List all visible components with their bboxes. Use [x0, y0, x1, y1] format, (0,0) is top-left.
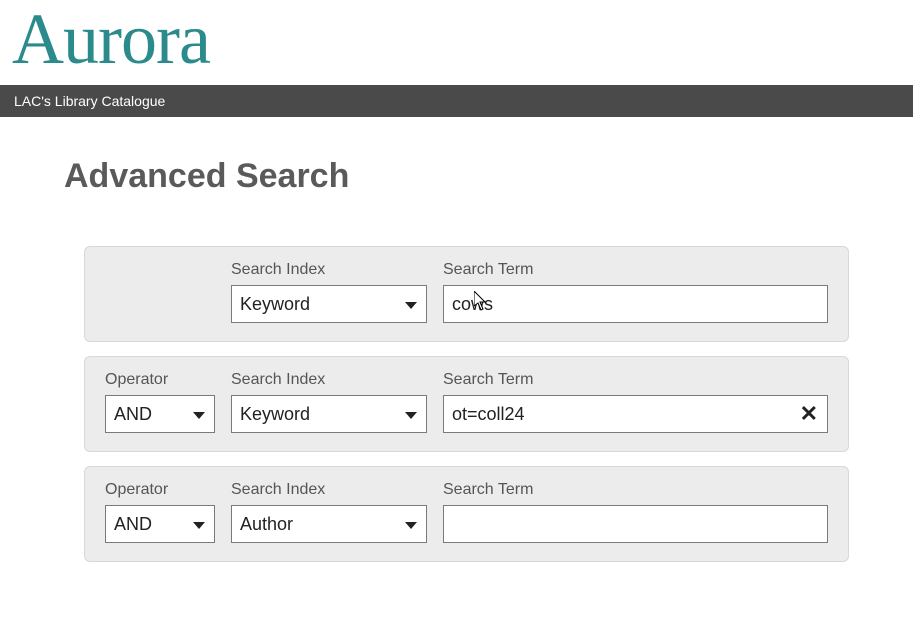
search-row: Operator AND Search Index Author Search … [84, 466, 849, 562]
search-term-label: Search Term [443, 371, 828, 389]
search-index-label: Search Index [231, 481, 427, 499]
search-index-label: Search Index [231, 371, 427, 389]
search-index-label: Search Index [231, 261, 427, 279]
top-bar: LAC's Library Catalogue [0, 85, 913, 117]
search-index-select[interactable]: Keyword [231, 285, 427, 323]
clear-input-button[interactable]: ✕ [798, 401, 820, 427]
search-term-input[interactable] [443, 395, 828, 433]
operator-select[interactable]: AND [105, 505, 215, 543]
top-bar-text: LAC's Library Catalogue [14, 93, 165, 109]
logo: Aurora [0, 0, 913, 85]
search-term-input[interactable] [443, 505, 828, 543]
search-term-input[interactable] [443, 285, 828, 323]
search-form: Search Index Keyword Search Term Operato… [84, 246, 849, 562]
operator-select[interactable]: AND [105, 395, 215, 433]
search-term-label: Search Term [443, 261, 828, 279]
search-row: Search Index Keyword Search Term [84, 246, 849, 342]
operator-label: Operator [105, 481, 215, 499]
operator-label: Operator [105, 371, 215, 389]
search-term-label: Search Term [443, 481, 828, 499]
page-title: Advanced Search [64, 157, 849, 196]
search-index-select[interactable]: Author [231, 505, 427, 543]
search-index-select[interactable]: Keyword [231, 395, 427, 433]
search-row: Operator AND Search Index Keyword Search… [84, 356, 849, 452]
